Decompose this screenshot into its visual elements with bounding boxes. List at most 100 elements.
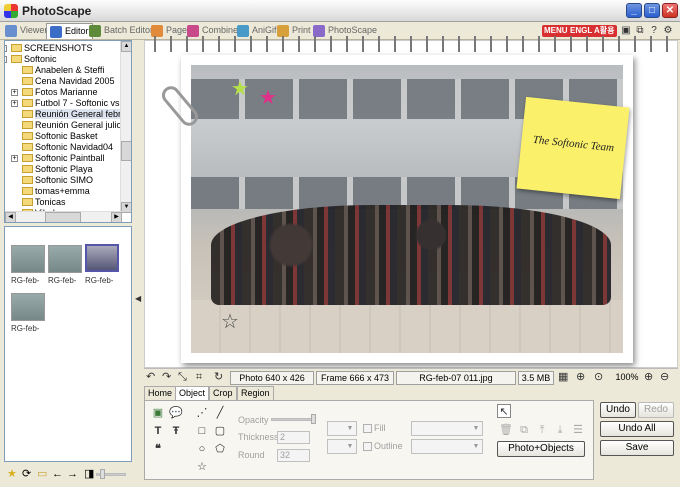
thumbnail-image[interactable] bbox=[11, 293, 45, 321]
fit-zoom-icon[interactable]: ⊕ bbox=[576, 371, 585, 384]
send-back-icon[interactable]: ⤓ bbox=[553, 423, 567, 437]
crop-icon[interactable]: ⌗ bbox=[196, 371, 202, 384]
polygon-tool-icon[interactable]: ⬠ bbox=[213, 442, 227, 456]
scroll-up-icon[interactable]: ▲ bbox=[121, 41, 131, 52]
tree-horizontal-scrollbar[interactable]: ◀ ▶ bbox=[5, 211, 122, 222]
tab-crop[interactable]: Crop bbox=[209, 386, 237, 400]
duplicate-object-icon[interactable]: ⧉ bbox=[517, 423, 531, 437]
forward-arrow-icon[interactable]: → bbox=[67, 468, 78, 480]
outline-style-dropdown[interactable]: ▼ bbox=[411, 439, 483, 454]
tree-item[interactable]: Softonic Playa bbox=[22, 164, 93, 175]
tree-expander-icon[interactable]: + bbox=[11, 89, 18, 96]
insert-photo-icon[interactable]: ▣ bbox=[151, 406, 165, 420]
tree-item[interactable]: Softonic SIMO bbox=[22, 175, 93, 186]
rotate-icon[interactable]: ↻ bbox=[214, 371, 223, 384]
tab-home[interactable]: Home bbox=[144, 386, 177, 400]
bring-front-icon[interactable]: ⤒ bbox=[535, 423, 549, 437]
redo-button[interactable]: Redo bbox=[638, 402, 674, 418]
photo-objects-button[interactable]: Photo+Objects bbox=[497, 441, 585, 457]
sticky-note[interactable]: The Softonic Team bbox=[516, 96, 630, 200]
hscroll-thumb[interactable] bbox=[45, 212, 81, 222]
delete-object-icon[interactable]: 🗑 bbox=[499, 423, 513, 437]
open-folder-icon[interactable]: ▭ bbox=[37, 468, 47, 480]
ellipse-tool-icon[interactable]: ○ bbox=[195, 442, 209, 456]
text-tool-icon[interactable]: T bbox=[151, 424, 165, 438]
tree-item[interactable]: + Futbol 7 - Softonic vs bbox=[11, 98, 120, 109]
save-button[interactable]: Save bbox=[600, 440, 674, 456]
select-pointer-icon[interactable]: ↖ bbox=[497, 404, 511, 418]
zoom-in-icon[interactable]: ⊕ bbox=[644, 371, 653, 384]
thumbnail-image[interactable] bbox=[48, 245, 82, 273]
tree-expander-icon[interactable]: + bbox=[11, 100, 18, 107]
fill-checkbox[interactable] bbox=[363, 424, 372, 433]
scroll-left-icon[interactable]: ◀ bbox=[5, 212, 16, 222]
close-button[interactable]: ✕ bbox=[662, 3, 678, 18]
collapse-arrow-icon[interactable]: ◀ bbox=[135, 294, 141, 303]
zoom-out-icon[interactable]: ⊖ bbox=[660, 371, 669, 384]
tree-item[interactable]: tomas+emma bbox=[22, 186, 90, 197]
minimize-button[interactable]: _ bbox=[626, 3, 642, 18]
panel-splitter[interactable]: ◀ bbox=[134, 40, 142, 468]
star-sticker-green[interactable]: ★ bbox=[231, 79, 249, 99]
maximize-button[interactable]: □ bbox=[644, 3, 660, 18]
star-sticker-dark[interactable]: ☆ bbox=[221, 312, 239, 332]
thumbnail-image[interactable] bbox=[11, 245, 45, 273]
tree-item[interactable]: Softonic Basket bbox=[22, 131, 98, 142]
line-tool-icon[interactable]: ╱ bbox=[213, 406, 227, 420]
quote-icon[interactable]: ❝ bbox=[151, 442, 165, 456]
undo-button[interactable]: Undo bbox=[600, 402, 636, 418]
fill-color-picker[interactable]: ▼ bbox=[327, 421, 357, 436]
rotate-left-icon[interactable]: ↶ bbox=[146, 371, 155, 384]
tab-region[interactable]: Region bbox=[237, 386, 274, 400]
back-arrow-icon[interactable]: ← bbox=[52, 468, 63, 480]
scroll-down-icon[interactable]: ▼ bbox=[121, 202, 131, 213]
tree-item-label: Anabelen & Steffi bbox=[35, 65, 105, 75]
transparency-icon[interactable]: ▦ bbox=[558, 371, 568, 384]
speech-balloon-icon[interactable]: 💬 bbox=[169, 406, 183, 420]
photo-frame[interactable]: The Softonic Team ★ ★ ☆ bbox=[181, 55, 633, 363]
rounded-rect-tool-icon[interactable]: ▢ bbox=[213, 424, 227, 438]
resize-icon[interactable]: ⤡ bbox=[178, 371, 187, 384]
outline-checkbox[interactable] bbox=[363, 442, 372, 451]
undo-all-button[interactable]: Undo All bbox=[600, 421, 674, 437]
scroll-right-icon[interactable]: ▶ bbox=[111, 212, 122, 222]
tree-item[interactable]: Tonicas bbox=[22, 197, 66, 208]
tree-expander-icon[interactable]: - bbox=[5, 56, 7, 63]
scroll-thumb[interactable] bbox=[121, 141, 131, 161]
tree-item[interactable]: + SCREENSHOTS bbox=[5, 43, 93, 54]
tree-item[interactable]: - Softonic bbox=[5, 54, 57, 65]
tree-item[interactable]: Anabelen & Steffi bbox=[22, 65, 104, 76]
object-list-icon[interactable]: ☰ bbox=[571, 423, 585, 437]
editor-canvas[interactable]: The Softonic Team ★ ★ ☆ bbox=[144, 36, 679, 368]
tree-expander-icon[interactable]: + bbox=[11, 155, 18, 162]
opacity-slider[interactable] bbox=[271, 418, 315, 421]
rectangle-tool-icon[interactable]: □ bbox=[195, 424, 209, 438]
refresh-icon[interactable]: ⟳ bbox=[22, 468, 31, 480]
tree-vertical-scrollbar[interactable]: ▲ ▼ bbox=[120, 41, 131, 213]
tree-expander-icon[interactable]: + bbox=[5, 45, 7, 52]
brush-icon[interactable]: ⋰ bbox=[195, 406, 209, 420]
thumbnail-size-thumb[interactable] bbox=[100, 469, 105, 479]
star-tool-icon[interactable]: ☆ bbox=[195, 460, 209, 474]
opacity-thumb[interactable] bbox=[311, 414, 316, 424]
favorite-star-icon[interactable]: ★ bbox=[7, 468, 17, 480]
fill-style-dropdown[interactable]: ▼ bbox=[411, 421, 483, 436]
outline-color-picker[interactable]: ▼ bbox=[327, 439, 357, 454]
thumbnail-image-selected[interactable] bbox=[85, 244, 119, 272]
tab-viewer[interactable]: Viewer bbox=[2, 23, 50, 39]
tree-item[interactable]: Softonic Navidad04 bbox=[22, 142, 113, 153]
folder-tree[interactable]: + SCREENSHOTS - SoftonicAnabelen & SteffiCe… bbox=[4, 40, 132, 223]
tree-item[interactable]: Reunión General julio bbox=[22, 120, 122, 131]
tree-item[interactable]: + Fotos Marianne bbox=[11, 87, 98, 98]
filename-readout: RG-feb-07 011.jpg bbox=[396, 371, 516, 385]
tab-object[interactable]: Object bbox=[175, 386, 210, 400]
round-spinner[interactable]: 32 bbox=[277, 449, 310, 462]
star-sticker-pink[interactable]: ★ bbox=[259, 88, 277, 108]
tree-item[interactable]: + Softonic Paintball bbox=[11, 153, 105, 164]
actual-size-icon[interactable]: ⊙ bbox=[594, 371, 603, 384]
thickness-spinner[interactable]: 2 bbox=[277, 431, 310, 444]
rotate-right-icon[interactable]: ↷ bbox=[162, 371, 171, 384]
text-style-icon[interactable]: Ŧ bbox=[169, 424, 183, 438]
tree-item[interactable]: Cena Navidad 2005 bbox=[22, 76, 115, 87]
tree-item[interactable]: Reunión General febr bbox=[22, 109, 122, 120]
